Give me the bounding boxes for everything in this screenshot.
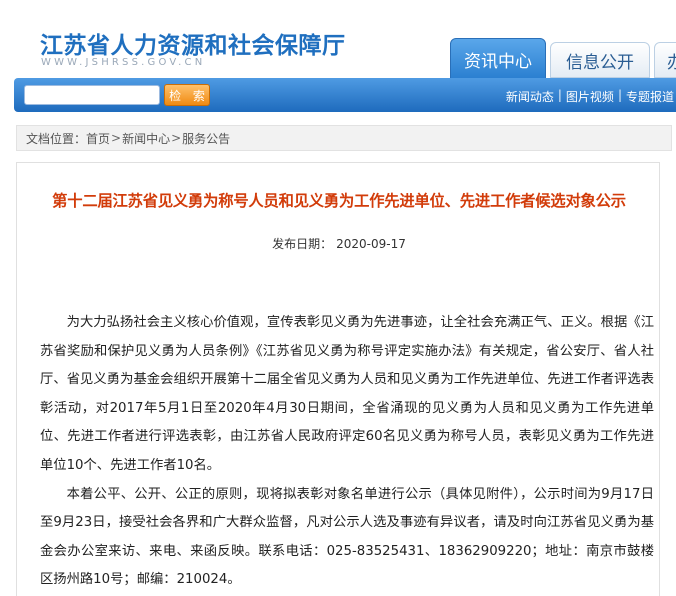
search-input[interactable] [24,85,160,105]
breadcrumb-separator: > [111,131,122,145]
breadcrumb-separator: > [171,131,182,145]
article-body: 为大力弘扬社会主义核心价值观，宣传表彰见义勇为先进事迹，让全社会充满正气、正义。… [40,309,654,595]
subnav-media[interactable]: 图片视频 [566,88,614,105]
subnav-separator: | [557,88,562,102]
article-paragraph: 本着公平、公开、公正的原则，现将拟表彰对象名单进行公示（具体见附件），公示时间为… [40,486,654,588]
article: 第十二届江苏省见义勇为称号人员和见义勇为工作先进单位、先进工作者候选对象公示 发… [16,162,660,596]
site-title[interactable]: 江苏省人力资源和社会保障厅 [40,26,346,60]
article-paragraph: 为大力弘扬社会主义核心价值观，宣传表彰见义勇为先进事迹，让全社会充满正气、正义。… [40,315,654,473]
publish-date-label: 发布日期： [272,237,333,251]
subnav-separator: | [617,88,622,102]
publish-date: 发布日期： 2020-09-17 [17,235,661,252]
site-url: WWW.JSHRSS.GOV.CN [41,57,206,68]
site-header: 江苏省人力资源和社会保障厅 WWW.JSHRSS.GOV.CN 资讯中心 信息公… [0,0,676,112]
article-title: 第十二届江苏省见义勇为称号人员和见义勇为工作先进单位、先进工作者候选对象公示 [52,192,626,210]
breadcrumb-service-notice[interactable]: 服务公告 [182,130,230,147]
breadcrumb-home[interactable]: 首页 [86,130,110,147]
breadcrumb: 文档位置： 首页 > 新闻中心 > 服务公告 [16,125,672,151]
tab-news-center[interactable]: 资讯中心 [450,38,546,80]
publish-date-value: 2020-09-17 [336,237,406,251]
breadcrumb-news-center[interactable]: 新闻中心 [122,130,170,147]
tab-info-disclosure[interactable]: 信息公开 [550,42,650,78]
breadcrumb-prefix: 文档位置： [26,131,87,146]
subnav-news[interactable]: 新闻动态 [506,88,554,105]
search-button[interactable]: 检 索 [164,84,210,106]
nav-bar: 检 索 新闻动态 | 图片视频 | 专题报道 [14,78,676,112]
subnav: 新闻动态 | 图片视频 | 专题报道 [506,88,674,105]
subnav-special[interactable]: 专题报道 [626,88,674,105]
tab-services[interactable]: 办 [654,42,676,78]
